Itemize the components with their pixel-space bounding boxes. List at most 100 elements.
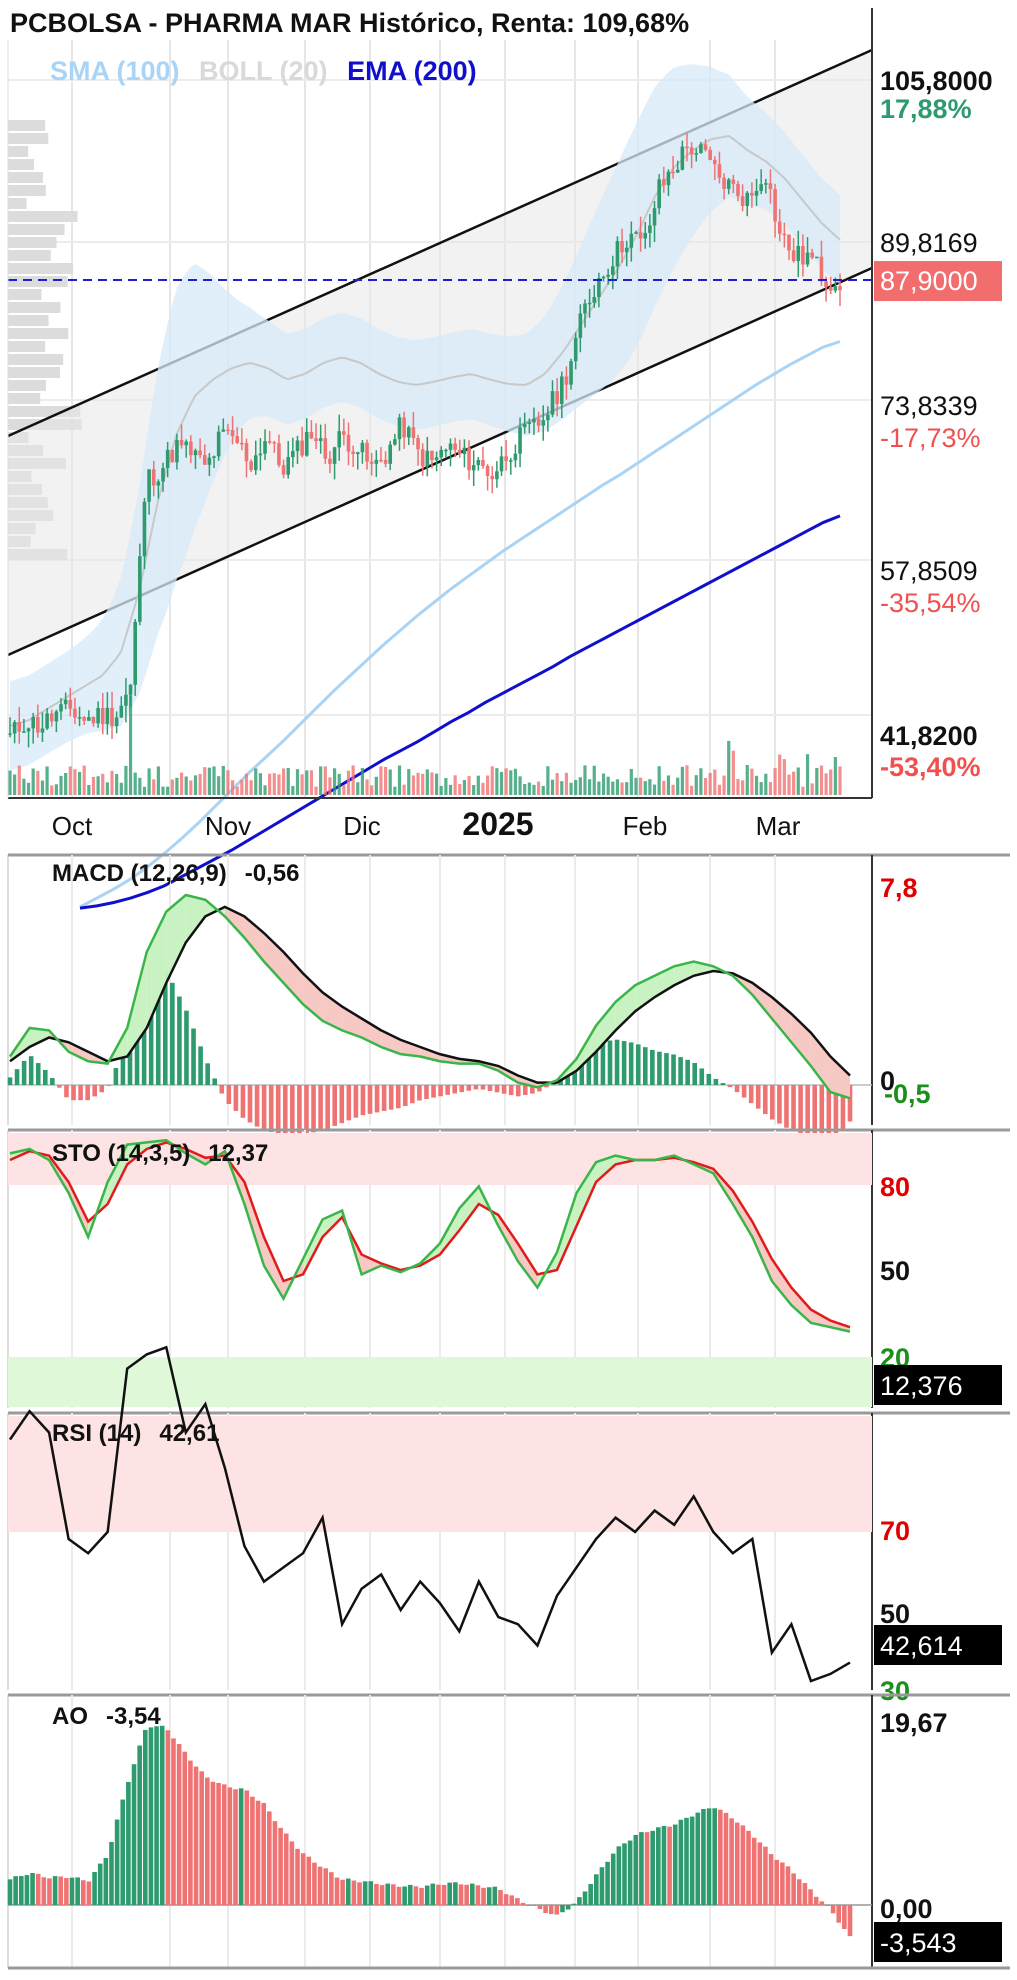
ao-bar (154, 1726, 159, 1905)
volume-bar (439, 785, 443, 795)
ao-bar (188, 1760, 193, 1905)
macd-histogram-bar (459, 1085, 465, 1093)
ao-bar (689, 1816, 695, 1905)
candle-body (355, 452, 360, 455)
rsi-axis-30: 30 (880, 1676, 910, 1706)
ao-bar (723, 1812, 729, 1905)
macd-histogram-bar (445, 1085, 450, 1095)
ao-bar (148, 1727, 154, 1905)
macd-histogram-bar (628, 1042, 634, 1085)
volume-bar (133, 772, 137, 795)
candle-body (365, 442, 369, 462)
volume-bar (393, 786, 397, 795)
candle-body (750, 192, 754, 196)
candle-body (634, 232, 638, 234)
ao-bar (577, 1897, 582, 1905)
candle-body (420, 449, 425, 467)
ao-bar (847, 1905, 853, 1937)
ao-bar (588, 1884, 593, 1905)
candle-body (165, 449, 170, 469)
candle-body (629, 233, 634, 248)
ao-bar (678, 1819, 684, 1905)
volume-profile-bar (8, 315, 49, 326)
macd-histogram-bar (685, 1059, 690, 1085)
volume-bar (527, 782, 531, 795)
volume-bar (703, 777, 708, 795)
volume-bar (754, 775, 759, 795)
ao-bar (701, 1808, 706, 1905)
ao-bar (768, 1854, 774, 1905)
macd-axis-top: 7,8 (880, 873, 918, 903)
candle-body (77, 717, 82, 719)
ao-bar (143, 1729, 148, 1905)
candle-body (499, 456, 504, 472)
volume-bar (523, 784, 527, 795)
volume-profile-bar (8, 237, 57, 248)
candle-body (824, 281, 828, 287)
macd-histogram-bar (381, 1085, 387, 1112)
ao-bar (233, 1789, 238, 1905)
ao-bar (785, 1866, 791, 1905)
candle-body (708, 149, 712, 160)
ao-bar (819, 1901, 825, 1905)
candle-body (133, 621, 137, 685)
volume-bar (17, 765, 21, 795)
candle-body (815, 256, 819, 259)
macd-cross-fill (283, 952, 304, 1005)
ao-bar (436, 1884, 441, 1905)
candle-body (360, 442, 365, 453)
ao-bar (458, 1884, 464, 1905)
volume-bar (778, 754, 782, 795)
volume-bar (472, 785, 476, 795)
volume-bar (8, 770, 12, 795)
rsi-axis-50: 50 (880, 1599, 910, 1629)
candle-body (147, 469, 151, 502)
ao-bar (492, 1886, 498, 1905)
volume-bar (402, 784, 406, 795)
price-axis-label: 105,8000 (880, 66, 993, 96)
candle-body (513, 453, 518, 461)
ao-bar (469, 1883, 475, 1905)
volume-bar (805, 754, 810, 795)
candle-body (615, 241, 620, 267)
candle-body (536, 418, 541, 426)
volume-bar (305, 770, 309, 795)
candle-body (726, 179, 731, 189)
macd-histogram-bar (388, 1085, 394, 1110)
volume-bar (40, 780, 45, 795)
ao-bar (30, 1872, 35, 1905)
volume-bar (625, 782, 629, 795)
volume-bar (230, 780, 235, 795)
ao-bar (582, 1891, 588, 1905)
volume-bar (430, 772, 434, 795)
macd-histogram-bar (374, 1085, 380, 1113)
macd-histogram-bar (741, 1085, 747, 1098)
ao-bar (661, 1825, 667, 1905)
candle-body (578, 313, 583, 338)
macd-histogram-bar (42, 1069, 48, 1085)
macd-histogram-bar (367, 1085, 373, 1114)
candle-body (328, 458, 332, 464)
ao-bar (537, 1905, 543, 1910)
ao-bar (616, 1846, 622, 1905)
volume-bar (50, 785, 54, 795)
ao-bar (622, 1843, 627, 1905)
candle-body (787, 234, 791, 251)
volume-bar (444, 778, 448, 795)
candle-body (624, 247, 629, 253)
volume-bar (671, 784, 675, 795)
candle-body (481, 459, 485, 467)
candle-body (444, 449, 448, 452)
macd-histogram-bar (7, 1077, 13, 1085)
price-axis-label: 57,8509 (880, 556, 978, 586)
macd-histogram-bar (71, 1085, 76, 1101)
candle-body (680, 146, 685, 170)
ao-bar (610, 1853, 616, 1905)
macd-histogram-bar (205, 1063, 210, 1085)
macd-histogram-bar (678, 1057, 683, 1085)
volume-bar (119, 782, 123, 795)
candle-body (138, 556, 142, 622)
ao-bar (261, 1802, 266, 1905)
candle-body (791, 250, 796, 262)
candle-body (314, 438, 318, 442)
